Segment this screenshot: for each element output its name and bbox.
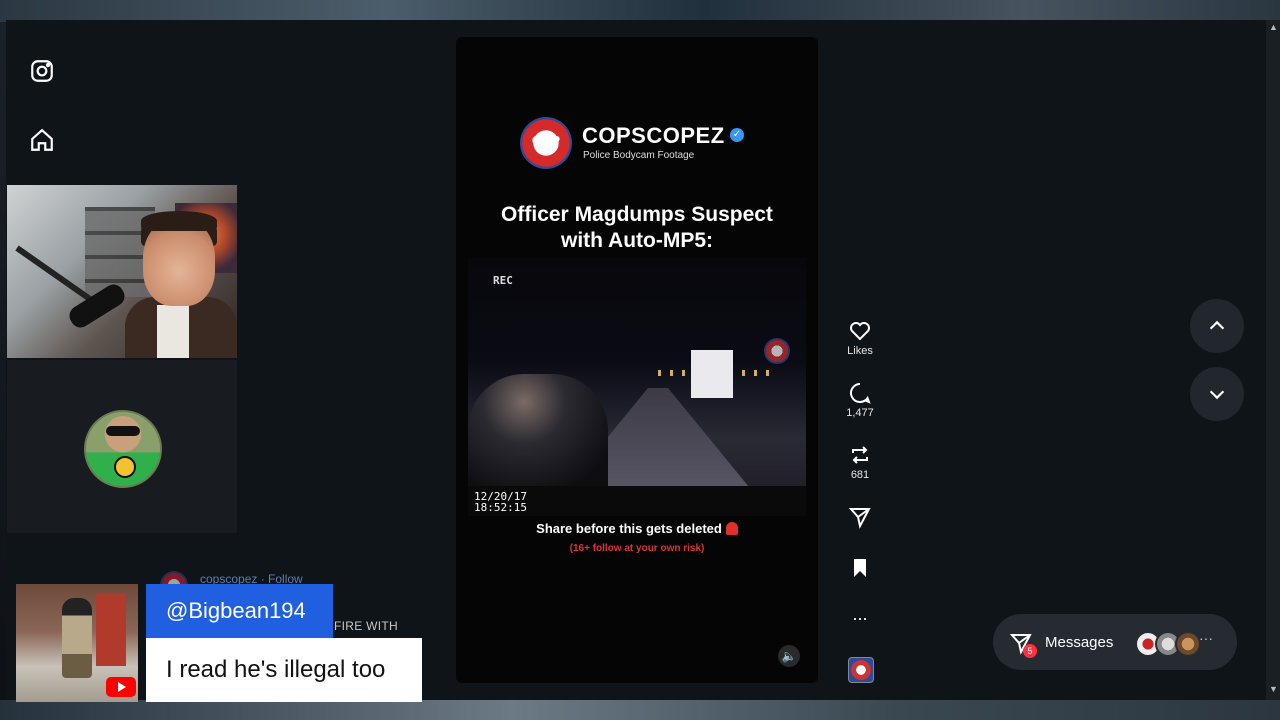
bookmark-icon	[854, 559, 866, 577]
message-avatar-3	[1175, 631, 1201, 657]
audio-thumbnail[interactable]	[848, 657, 874, 683]
home-icon[interactable]	[29, 127, 55, 153]
copscopez-logo: COP	[520, 117, 572, 169]
avatar-logo	[114, 456, 136, 478]
logo-text: COP	[531, 133, 561, 148]
comment-button[interactable]: 1,477	[840, 381, 880, 419]
streamer-shirt	[157, 305, 189, 358]
watermark-logo	[764, 338, 790, 364]
verified-icon: ✓	[730, 128, 744, 142]
send-icon	[848, 508, 871, 529]
time-stamp: 18:52:15	[474, 501, 527, 514]
next-reel-button[interactable]	[1190, 367, 1244, 421]
background-cityscape-bottom	[0, 700, 1280, 720]
messages-badge: 5	[1023, 644, 1037, 658]
share-button[interactable]	[840, 505, 880, 529]
streamer-hair-top	[141, 211, 217, 231]
instagram-icon[interactable]	[29, 58, 55, 84]
chat-username: @Bigbean194	[146, 584, 333, 638]
avatar-mask	[106, 426, 140, 436]
streamer-head	[143, 218, 215, 306]
thumb-door	[96, 594, 126, 666]
warning-text: (16+ follow at your own risk)	[569, 543, 705, 554]
reel-headline: Officer Magdumps Suspect with Auto-MP5:	[456, 202, 818, 254]
chevron-down-icon	[1209, 390, 1225, 400]
previous-reel-button[interactable]	[1190, 299, 1244, 353]
chat-message: I read he's illegal too	[146, 638, 422, 702]
background-cityscape-top	[0, 0, 1280, 22]
headline-line-1: Officer Magdumps Suspect	[501, 203, 773, 226]
youtube-icon	[106, 677, 136, 697]
reposts-count: 681	[850, 469, 870, 481]
brand-subtitle: Police Bodycam Footage	[583, 150, 695, 161]
comment-icon	[850, 383, 871, 404]
hero-avatar	[84, 410, 162, 488]
likes-label: Likes	[847, 345, 873, 357]
headline-line-2: with Auto-MP5:	[560, 229, 714, 252]
sound-icon[interactable]: 🔈	[778, 645, 800, 667]
share-text-row: Share before this gets deleted	[456, 521, 818, 536]
messages-button[interactable]: 5 Messages ···	[993, 614, 1237, 670]
reel-video[interactable]: COP COPSCOPEZ ✓ Police Bodycam Footage O…	[456, 37, 818, 683]
scrollbar[interactable]: ▲ ▼	[1266, 20, 1280, 700]
repost-icon	[852, 446, 868, 464]
repost-button[interactable]: 681	[840, 443, 880, 481]
brand-name: COPSCOPEZ	[582, 123, 725, 148]
siren-icon	[725, 522, 738, 535]
share-text: Share before this gets deleted	[536, 521, 722, 536]
comments-count: 1,477	[846, 407, 874, 419]
timestamp: 12/20/17 18:52:15	[474, 491, 527, 513]
streamer-webcam	[7, 185, 237, 358]
roadside-sign	[691, 350, 733, 398]
rec-label: REC	[493, 274, 513, 287]
faded-caption: FIRE WITH	[334, 619, 399, 633]
messages-more-icon: ···	[1199, 630, 1213, 646]
scroll-up-arrow-icon[interactable]: ▲	[1269, 22, 1278, 32]
heart-icon	[850, 322, 870, 341]
more-options-button[interactable]: ...	[840, 604, 880, 624]
more-icon: ...	[852, 604, 868, 624]
dashcam-footage: REC 12/20/17 18:52:15	[468, 258, 806, 516]
like-button[interactable]: Likes	[840, 319, 880, 357]
chevron-up-icon	[1209, 320, 1225, 330]
thumb-person	[62, 598, 92, 678]
scroll-down-arrow-icon[interactable]: ▼	[1269, 684, 1278, 694]
messages-label: Messages	[1045, 634, 1114, 651]
save-button[interactable]	[840, 556, 880, 580]
